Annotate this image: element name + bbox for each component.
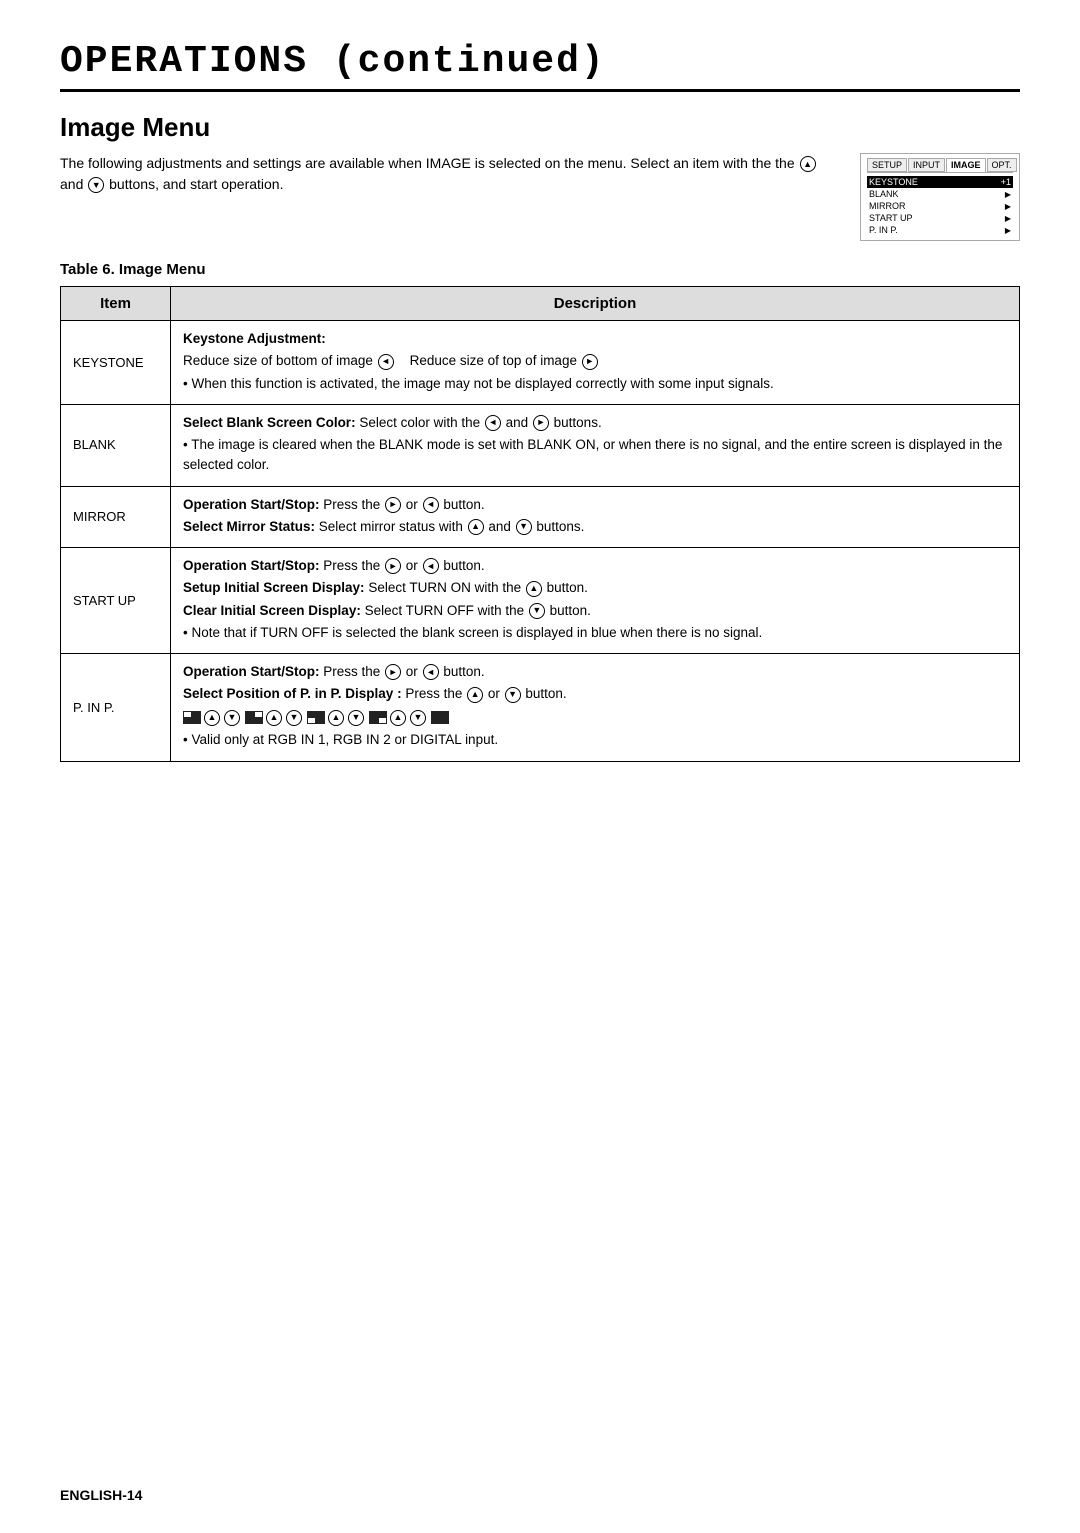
intro-text: The following adjustments and settings a…	[60, 153, 860, 195]
down-btn-icon2: ▼	[224, 710, 240, 726]
menu-tab-input: INPUT	[908, 158, 945, 172]
table-row: P. IN P. Operation Start/Stop: Press the…	[61, 654, 1020, 762]
right-btn-icon: ►	[533, 415, 549, 431]
down-btn-icon: ▼	[529, 603, 545, 619]
menu-tabs: SETUP INPUT IMAGE OPT.	[867, 158, 1013, 173]
pip-layout-icons: ▲ ▼ ▲ ▼ ▲ ▼	[183, 710, 449, 726]
menu-item-blank: BLANK▶	[867, 188, 1013, 200]
up-btn-icon: ▲	[467, 687, 483, 703]
up-btn-icon2: ▲	[204, 710, 220, 726]
intro-area: The following adjustments and settings a…	[60, 153, 1020, 241]
item-keystone: KEYSTONE	[61, 321, 171, 405]
item-blank: BLANK	[61, 404, 171, 486]
down-btn-icon: ▼	[505, 687, 521, 703]
table-row: MIRROR Operation Start/Stop: Press the ►…	[61, 486, 1020, 548]
menu-tab-image: IMAGE	[946, 158, 986, 172]
left-btn-icon: ◄	[423, 497, 439, 513]
right-btn-icon: ►	[385, 558, 401, 574]
col-header-item: Item	[61, 287, 171, 321]
left-btn-icon: ◄	[485, 415, 501, 431]
desc-keystone: Keystone Adjustment: Reduce size of bott…	[171, 321, 1020, 405]
menu-tab-setup: SETUP	[867, 158, 907, 172]
down-btn-icon3: ▼	[286, 710, 302, 726]
item-pinp: P. IN P.	[61, 654, 171, 762]
right-btn-icon: ►	[385, 664, 401, 680]
down-btn-icon: ▼	[516, 519, 532, 535]
up-btn-icon3: ▲	[266, 710, 282, 726]
table-heading: Table 6. Image Menu	[60, 261, 1020, 278]
desc-mirror: Operation Start/Stop: Press the ► or ◄ b…	[171, 486, 1020, 548]
left-btn-icon: ◄	[378, 354, 394, 370]
down-btn-icon4: ▼	[348, 710, 364, 726]
desc-pinp: Operation Start/Stop: Press the ► or ◄ b…	[171, 654, 1020, 762]
down-button-icon: ▼	[88, 177, 104, 193]
right-btn-icon: ►	[582, 354, 598, 370]
col-header-desc: Description	[171, 287, 1020, 321]
left-btn-icon: ◄	[423, 558, 439, 574]
menu-item-pinp: P. IN P.▶	[867, 224, 1013, 236]
menu-item-keystone: KEYSTONE +1	[867, 176, 1013, 188]
menu-tab-opt: OPT.	[987, 158, 1017, 172]
item-startup: START UP	[61, 548, 171, 654]
up-button-icon: ▲	[800, 156, 816, 172]
table-row: START UP Operation Start/Stop: Press the…	[61, 548, 1020, 654]
up-btn-icon: ▲	[526, 581, 542, 597]
table-row: KEYSTONE Keystone Adjustment: Reduce siz…	[61, 321, 1020, 405]
main-table: Item Description KEYSTONE Keystone Adjus…	[60, 286, 1020, 762]
menu-item-startup: START UP▶	[867, 212, 1013, 224]
up-btn-icon: ▲	[468, 519, 484, 535]
up-btn-icon4: ▲	[328, 710, 344, 726]
up-btn-icon5: ▲	[390, 710, 406, 726]
section-heading: Image Menu	[60, 112, 1020, 143]
table-row: BLANK Select Blank Screen Color: Select …	[61, 404, 1020, 486]
menu-screenshot: SETUP INPUT IMAGE OPT. KEYSTONE +1 BLANK…	[860, 153, 1020, 241]
left-btn-icon: ◄	[423, 664, 439, 680]
page-footer: ENGLISH-14	[60, 1487, 142, 1503]
right-btn-icon: ►	[385, 497, 401, 513]
desc-startup: Operation Start/Stop: Press the ► or ◄ b…	[171, 548, 1020, 654]
menu-item-mirror: MIRROR▶	[867, 200, 1013, 212]
down-btn-icon5: ▼	[410, 710, 426, 726]
desc-blank: Select Blank Screen Color: Select color …	[171, 404, 1020, 486]
item-mirror: MIRROR	[61, 486, 171, 548]
page-title: OPERATIONS (continued)	[60, 40, 1020, 92]
